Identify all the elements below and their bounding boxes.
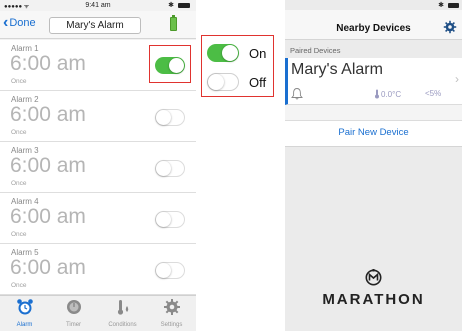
alarm-toggle[interactable] xyxy=(155,211,185,228)
legend-on-label: On xyxy=(249,45,267,61)
bluetooth-icon: ✱ xyxy=(438,2,444,9)
toggle-knob xyxy=(222,45,238,61)
alarm-time: 6:00 am xyxy=(10,256,86,279)
alarm-repeat: Once xyxy=(11,78,27,85)
alarm-time: 6:00 am xyxy=(10,154,86,177)
alarm-time: 6:00 am xyxy=(10,52,86,75)
legend-off-label: Off xyxy=(249,74,267,90)
status-bar: ✱ xyxy=(285,0,462,10)
list-spacer xyxy=(285,105,462,121)
toggle-knob xyxy=(156,212,171,227)
page-title: Nearby Devices xyxy=(336,23,411,34)
alarm-screen: ●●●●● ᯤ 9:41 am ✱ ‹ Done Mary's Alarm Al… xyxy=(0,0,196,331)
marathon-logo-icon xyxy=(365,269,382,286)
alarm-time: 6:00 am xyxy=(10,205,86,228)
tab-label: Alarm xyxy=(16,322,33,328)
alarm-clock-icon xyxy=(16,299,33,315)
pair-new-device-button[interactable]: Pair New Device xyxy=(285,127,462,138)
temperature-value: 0.0°C xyxy=(381,89,402,99)
chevron-left-icon: ‹ xyxy=(3,14,9,31)
alarm-row[interactable]: Alarm 5 6:00 am Once xyxy=(0,244,196,295)
alarm-row[interactable]: Alarm 3 6:00 am Once xyxy=(0,142,196,193)
toggle-knob xyxy=(208,74,224,90)
alarm-time: 6:00 am xyxy=(10,103,86,126)
battery-icon xyxy=(178,3,190,8)
battery-icon xyxy=(448,3,459,8)
device-name: Mary's Alarm xyxy=(291,61,383,78)
thermometer-icon xyxy=(375,89,379,99)
status-time: 9:41 am xyxy=(85,2,111,9)
nav-bar: ‹ Done Mary's Alarm xyxy=(0,11,196,39)
tab-alarm[interactable]: Alarm xyxy=(0,298,49,328)
alarm-name-field[interactable]: Mary's Alarm xyxy=(49,17,141,34)
brand-wordmark: MARATHON xyxy=(322,291,425,308)
chevron-right-icon: › xyxy=(455,72,459,86)
tab-label: Timer xyxy=(65,322,82,328)
status-bar: ●●●●● ᯤ 9:41 am ✱ xyxy=(0,0,196,11)
alarm-repeat: Once xyxy=(11,282,27,289)
toggle-knob xyxy=(156,263,171,278)
done-label: Done xyxy=(9,17,36,29)
alarm-toggle[interactable] xyxy=(155,262,185,279)
toggle-legend: On Off xyxy=(201,35,274,97)
legend-off-row: Off xyxy=(207,73,266,91)
done-button[interactable]: ‹ Done xyxy=(3,14,36,31)
alarm-repeat: Once xyxy=(11,231,27,238)
alarm-row[interactable]: Alarm 2 6:00 am Once xyxy=(0,91,196,142)
tab-settings[interactable]: Settings xyxy=(147,298,196,328)
alarm-row[interactable]: Alarm 4 6:00 am Once xyxy=(0,193,196,244)
toggle-knob xyxy=(156,110,171,125)
bluetooth-icon: ✱ xyxy=(168,2,174,9)
alarm-toggle[interactable] xyxy=(155,109,185,126)
legend-off-toggle xyxy=(207,73,239,91)
nav-bar: Nearby Devices xyxy=(285,10,462,40)
alarm-toggle[interactable] xyxy=(155,160,185,177)
alarm-repeat: Once xyxy=(11,129,27,136)
device-battery-icon xyxy=(170,15,177,31)
paired-device-row[interactable]: Mary's Alarm › 0.0°C <5% xyxy=(285,58,462,105)
nearby-devices-screen: ✱ Nearby Devices Paired Devices Mary's A… xyxy=(285,0,462,331)
thermometer-drop-icon xyxy=(117,300,128,315)
device-temperature: 0.0°C xyxy=(374,89,401,99)
pair-row: Pair New Device xyxy=(285,121,462,147)
section-header: Paired Devices xyxy=(285,43,462,58)
toggle-knob xyxy=(156,161,171,176)
timer-icon xyxy=(66,300,81,314)
toggle-highlight-box xyxy=(149,45,191,83)
tab-conditions[interactable]: Conditions xyxy=(98,298,147,328)
tab-label: Conditions xyxy=(108,322,137,328)
settings-gear-icon[interactable] xyxy=(443,20,457,34)
device-humidity: <5% xyxy=(425,89,442,98)
legend-on-row: On xyxy=(207,44,266,62)
tab-label: Settings xyxy=(160,322,183,328)
alarm-repeat: Once xyxy=(11,180,27,187)
gear-icon xyxy=(163,299,180,315)
tab-bar: Alarm Timer Conditions Settings xyxy=(0,295,196,331)
legend-on-toggle xyxy=(207,44,239,62)
tab-timer[interactable]: Timer xyxy=(49,298,98,328)
bell-icon xyxy=(291,88,303,100)
